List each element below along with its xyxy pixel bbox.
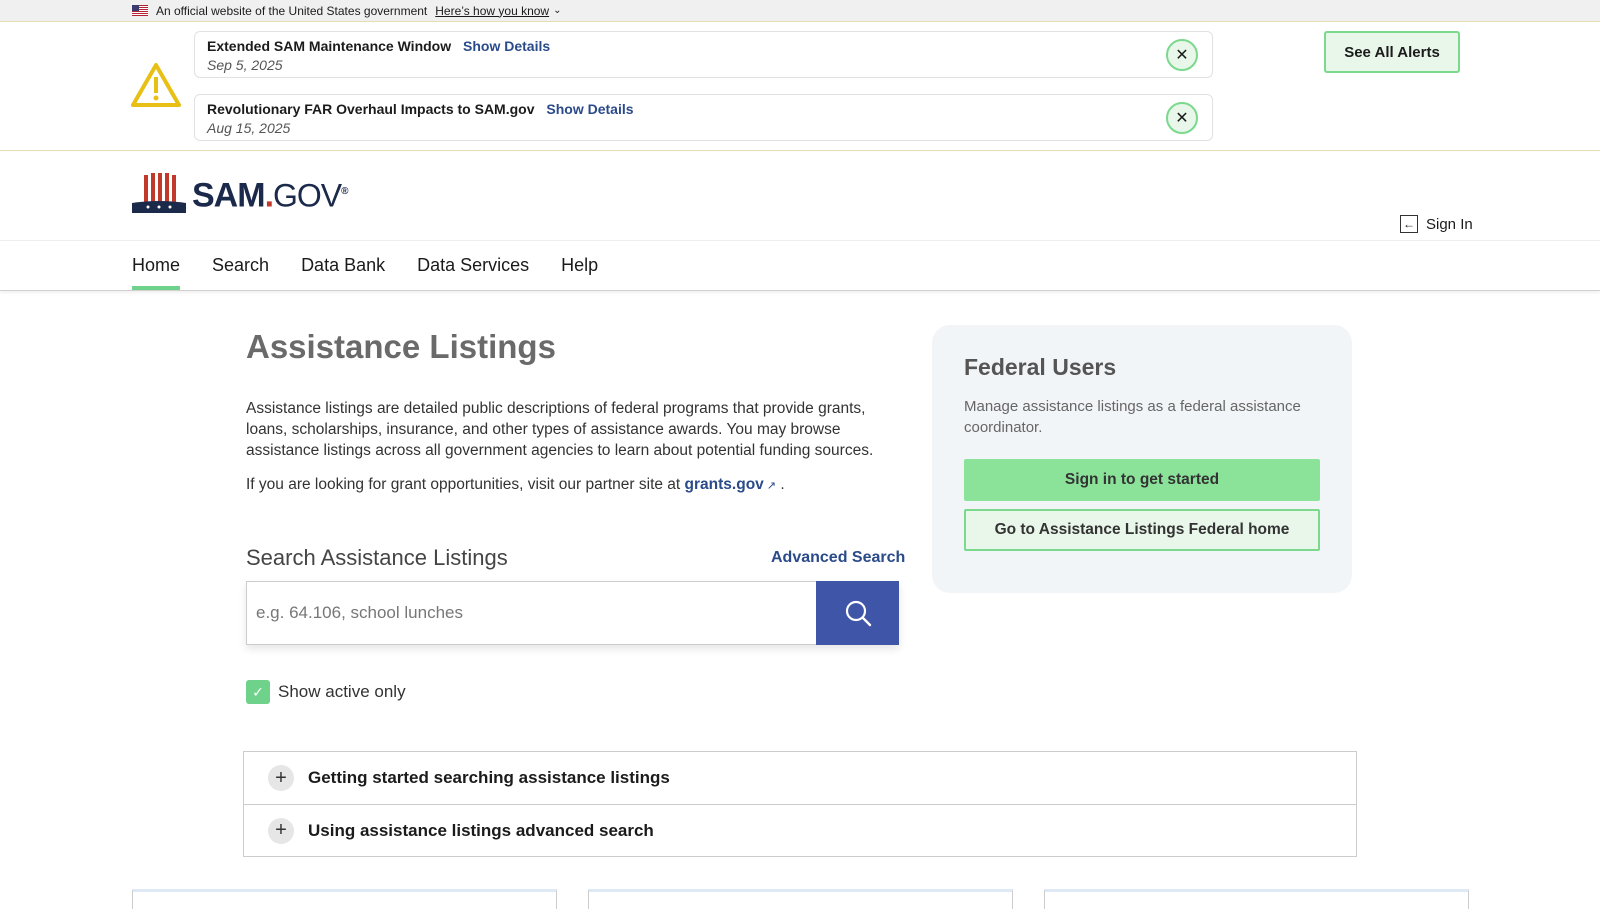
federal-users-card: Federal Users Manage assistance listings… bbox=[932, 325, 1352, 593]
accordion-item-getting-started[interactable]: + Getting started searching assistance l… bbox=[244, 752, 1356, 804]
close-alert-button[interactable]: ✕ bbox=[1166, 39, 1198, 71]
logo-wordmark: SAM.GOV® bbox=[192, 174, 349, 214]
federal-users-description: Manage assistance listings as a federal … bbox=[964, 398, 1301, 436]
show-details-link[interactable]: Show Details bbox=[546, 101, 633, 117]
search-icon bbox=[845, 600, 871, 627]
us-flag-icon bbox=[132, 5, 148, 16]
sam-logo[interactable]: SAM.GOV® bbox=[132, 173, 349, 214]
logo-gov: GOV bbox=[273, 177, 342, 213]
gov-banner-text: An official website of the United States… bbox=[156, 3, 428, 18]
nav-help[interactable]: Help bbox=[561, 241, 598, 290]
see-all-alerts-button[interactable]: See All Alerts bbox=[1324, 31, 1460, 73]
nav-data-bank[interactable]: Data Bank bbox=[301, 241, 385, 290]
help-accordion: + Getting started searching assistance l… bbox=[243, 751, 1357, 857]
plus-icon: + bbox=[268, 765, 294, 791]
active-only-toggle: ✓ Show active only bbox=[246, 680, 406, 704]
main-nav: Home Search Data Bank Data Services Help bbox=[0, 241, 1600, 291]
close-icon: ✕ bbox=[1175, 110, 1189, 127]
page-title: Assistance Listings bbox=[246, 328, 556, 365]
logo-dot: . bbox=[264, 176, 275, 214]
how-you-know-link[interactable]: Here’s how you know bbox=[435, 4, 549, 18]
nav-data-services[interactable]: Data Services bbox=[417, 241, 529, 290]
federal-users-title: Federal Users bbox=[964, 354, 1117, 380]
close-icon: ✕ bbox=[1175, 47, 1189, 64]
alert-card: Extended SAM Maintenance Window Show Det… bbox=[194, 31, 1213, 78]
alert-date: Sep 5, 2025 bbox=[207, 57, 283, 73]
page-description: Assistance listings are detailed public … bbox=[246, 400, 874, 459]
grants-gov-link[interactable]: grants.gov bbox=[685, 476, 764, 493]
search-heading: Search Assistance Listings bbox=[246, 545, 508, 570]
site-header: SAM.GOV® ← Sign In bbox=[0, 151, 1600, 241]
partner-site-text: If you are looking for grant opportuniti… bbox=[246, 476, 785, 494]
show-details-link[interactable]: Show Details bbox=[463, 38, 550, 54]
main-content: Assistance Listings Assistance listings … bbox=[0, 291, 1600, 909]
search-button[interactable] bbox=[816, 581, 899, 645]
sign-in-to-get-started-button[interactable]: Sign in to get started bbox=[964, 459, 1320, 501]
federal-home-button[interactable]: Go to Assistance Listings Federal home bbox=[964, 509, 1320, 551]
search-input[interactable] bbox=[246, 581, 816, 645]
warning-icon bbox=[131, 63, 181, 107]
alerts-section: Extended SAM Maintenance Window Show Det… bbox=[0, 22, 1600, 151]
info-card bbox=[588, 889, 1013, 909]
alert-title: Extended SAM Maintenance Window bbox=[207, 38, 452, 54]
chevron-down-icon[interactable]: ⌄ bbox=[553, 5, 561, 16]
checkmark-icon: ✓ bbox=[252, 683, 264, 700]
uncle-sam-hat-icon bbox=[132, 173, 186, 213]
plus-icon: + bbox=[268, 817, 294, 844]
alert-title: Revolutionary FAR Overhaul Impacts to SA… bbox=[207, 101, 535, 117]
alert-date: Aug 15, 2025 bbox=[207, 120, 291, 136]
external-link-icon: ↗ bbox=[766, 480, 776, 492]
accordion-label: Using assistance listings advanced searc… bbox=[308, 820, 654, 840]
info-card bbox=[132, 889, 557, 909]
close-alert-button[interactable]: ✕ bbox=[1166, 102, 1198, 134]
sign-in-label: Sign In bbox=[1426, 215, 1473, 233]
search-box bbox=[246, 581, 899, 645]
sign-in-icon: ← bbox=[1400, 215, 1418, 233]
accordion-item-advanced-search[interactable]: + Using assistance listings advanced sea… bbox=[244, 804, 1356, 856]
alert-card: Revolutionary FAR Overhaul Impacts to SA… bbox=[194, 94, 1213, 141]
nav-search[interactable]: Search bbox=[212, 241, 269, 290]
active-only-checkbox[interactable]: ✓ bbox=[246, 680, 270, 704]
active-only-label: Show active only bbox=[278, 682, 406, 701]
partner-text: If you are looking for grant opportuniti… bbox=[246, 476, 681, 493]
sign-in-link[interactable]: ← Sign In bbox=[1400, 215, 1473, 233]
info-card bbox=[1044, 889, 1469, 909]
accordion-label: Getting started searching assistance lis… bbox=[308, 768, 670, 787]
nav-home[interactable]: Home bbox=[132, 241, 181, 290]
logo-registered-mark: ® bbox=[341, 185, 348, 197]
logo-sam: SAM bbox=[192, 176, 266, 214]
gov-banner: An official website of the United States… bbox=[0, 0, 1600, 22]
advanced-search-link[interactable]: Advanced Search bbox=[771, 549, 905, 567]
partner-end: . bbox=[780, 476, 785, 493]
